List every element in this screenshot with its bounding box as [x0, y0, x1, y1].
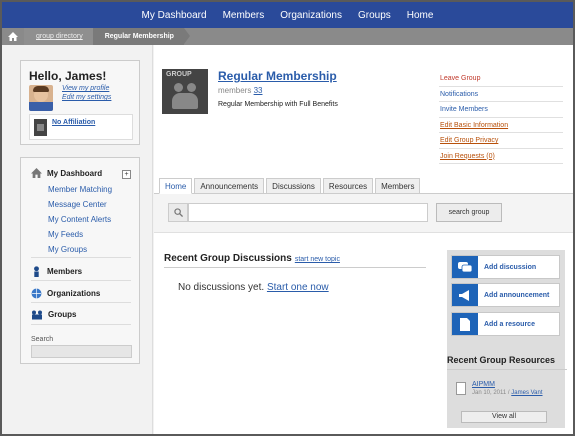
- divider: [31, 302, 131, 303]
- action-panel: Add discussion Add announcement Add a re…: [447, 250, 565, 428]
- tab-announcements[interactable]: Announcements: [194, 178, 265, 194]
- group-actions: Leave Group Notifications Invite Members…: [439, 71, 563, 164]
- group-title[interactable]: Regular Membership: [218, 69, 337, 83]
- expand-toggle[interactable]: +: [122, 170, 131, 179]
- add-discussion-button[interactable]: Add discussion: [451, 255, 560, 279]
- breadcrumb: group directory Regular Membership: [2, 28, 573, 45]
- search-label: Search: [31, 336, 54, 343]
- view-profile-link[interactable]: View my profile: [62, 85, 109, 92]
- nav-home[interactable]: Home: [399, 10, 442, 21]
- chat-bubble-icon: [452, 256, 478, 278]
- divider: [447, 369, 567, 370]
- start-new-topic-link[interactable]: start new topic: [295, 256, 340, 263]
- resource-link[interactable]: AIPMM: [472, 381, 495, 388]
- globe-icon: [31, 288, 42, 299]
- sidebar-item-my-feeds[interactable]: My Feeds: [48, 230, 83, 239]
- nav-members[interactable]: Members: [215, 10, 273, 21]
- document-icon: [452, 313, 478, 335]
- sidebar-nav: My Dashboard + Member Matching Message C…: [20, 157, 140, 364]
- leave-group-link[interactable]: Leave Group: [439, 71, 563, 87]
- sidebar-item-member-matching[interactable]: Member Matching: [48, 185, 112, 194]
- divider: [31, 324, 131, 325]
- breadcrumb-group-directory[interactable]: group directory: [24, 28, 99, 45]
- members-count-link[interactable]: 33: [254, 86, 263, 95]
- building-icon: [34, 119, 47, 136]
- tab-members[interactable]: Members: [375, 178, 421, 194]
- breadcrumb-current: Regular Membership: [92, 28, 191, 45]
- tab-discussions[interactable]: Discussions: [266, 178, 321, 194]
- greeting: Hello, James!: [29, 69, 107, 83]
- sidebar-item-dashboard[interactable]: My Dashboard: [31, 168, 102, 178]
- search-icon: [168, 203, 188, 222]
- add-resource-button[interactable]: Add a resource: [451, 312, 560, 336]
- divider: [164, 267, 426, 268]
- edit-privacy-link[interactable]: Edit Group Privacy: [439, 133, 563, 149]
- start-one-now-link[interactable]: Start one now: [267, 282, 329, 293]
- empty-discussions: No discussions yet. Start one now: [178, 282, 329, 293]
- group-header: GROUP Regular Membership members 33 Regu…: [154, 59, 424, 119]
- discussions-heading: Recent Group Discussions start new topic: [164, 253, 340, 264]
- home-icon: [31, 168, 42, 178]
- join-requests-link[interactable]: Join Requests (0): [439, 149, 563, 164]
- nav-groups[interactable]: Groups: [350, 10, 399, 21]
- affiliation-box: No Affiliation: [29, 114, 133, 140]
- home-icon[interactable]: [2, 28, 24, 45]
- invite-members-link[interactable]: Invite Members: [439, 102, 563, 118]
- person-icon: [34, 266, 39, 277]
- user-box: Hello, James! View my profile Edit my se…: [20, 60, 140, 145]
- resource-meta: Jan 10, 2011 / James Vant: [472, 390, 543, 396]
- search-group-button[interactable]: search group: [436, 203, 502, 222]
- sidebar-item-members[interactable]: Members: [31, 266, 82, 277]
- group-search-input[interactable]: [188, 203, 428, 222]
- divider: [31, 257, 131, 258]
- sidebar-item-groups[interactable]: Groups: [31, 309, 76, 320]
- avatar[interactable]: [29, 85, 53, 111]
- top-navigation: My Dashboard Members Organizations Group…: [2, 2, 573, 28]
- sidebar-item-message-center[interactable]: Message Center: [48, 200, 107, 209]
- app-window: My Dashboard Members Organizations Group…: [0, 0, 575, 436]
- view-all-button[interactable]: View all: [461, 411, 547, 423]
- nav-organizations[interactable]: Organizations: [272, 10, 350, 21]
- sidebar-item-content-alerts[interactable]: My Content Alerts: [48, 215, 111, 224]
- sidebar-item-my-groups[interactable]: My Groups: [48, 245, 87, 254]
- edit-basic-info-link[interactable]: Edit Basic Information: [439, 118, 563, 133]
- sidebar-item-organizations[interactable]: Organizations: [31, 288, 100, 299]
- resources-heading: Recent Group Resources: [447, 355, 556, 365]
- edit-settings-link[interactable]: Edit my settings: [62, 94, 111, 101]
- affiliation-link[interactable]: No Affiliation: [52, 119, 95, 126]
- group-icon: [32, 310, 42, 320]
- sidebar-search-input[interactable]: [31, 345, 132, 358]
- author-link[interactable]: James Vant: [511, 390, 542, 396]
- divider: [31, 280, 131, 281]
- add-announcement-button[interactable]: Add announcement: [451, 283, 560, 307]
- main-content: GROUP Regular Membership members 33 Regu…: [154, 45, 573, 434]
- notifications-link[interactable]: Notifications: [439, 87, 563, 102]
- members-count: members 33: [218, 86, 263, 95]
- megaphone-icon: [452, 284, 478, 306]
- tab-home[interactable]: Home: [159, 178, 193, 194]
- tab-bar: Home Announcements Discussions Resources…: [159, 178, 421, 194]
- group-image: GROUP: [162, 69, 208, 114]
- nav-my-dashboard[interactable]: My Dashboard: [134, 10, 215, 21]
- file-icon: [456, 382, 466, 395]
- tab-resources[interactable]: Resources: [322, 178, 374, 194]
- group-description: Regular Membership with Full Benefits: [218, 101, 338, 108]
